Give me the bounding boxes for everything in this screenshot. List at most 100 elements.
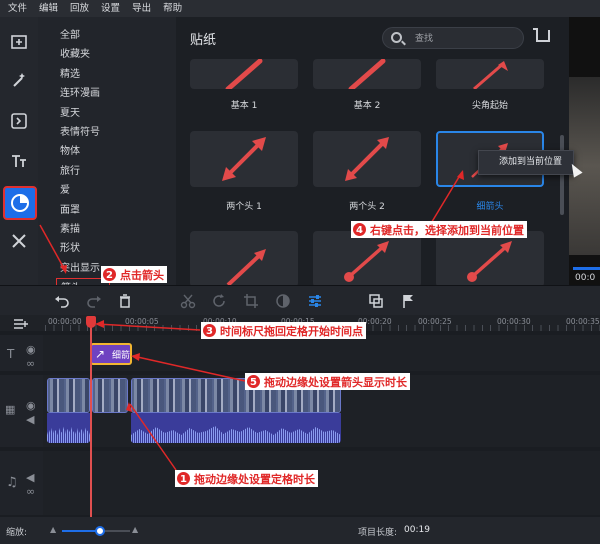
redo-icon[interactable]: [86, 293, 102, 309]
music-note-icon: ♫: [6, 475, 18, 490]
category-item[interactable]: 全部: [38, 26, 176, 45]
annotation-text: 右键点击，选择添加到当前位置: [370, 223, 524, 237]
tick-label: 00:00:25: [418, 317, 452, 326]
menu-playback[interactable]: 回放: [70, 0, 89, 17]
audio-waveform[interactable]: [131, 413, 341, 443]
annotation-step-4: 4 右键点击，选择添加到当前位置: [351, 221, 527, 238]
sticker-tile[interactable]: [436, 59, 544, 89]
annotation-step-1: 1 拖动边缘处设置定格时长: [175, 470, 318, 487]
visibility-eye-icon[interactable]: ◉: [26, 343, 36, 356]
waveform: [131, 426, 341, 443]
audio-waveform[interactable]: [47, 413, 90, 443]
add-track-icon[interactable]: [13, 318, 28, 330]
cut-icon[interactable]: [180, 293, 196, 309]
search-icon: [391, 32, 402, 43]
sticker-scrollbar[interactable]: [560, 135, 564, 215]
annotation-text: 点击箭头: [120, 268, 164, 282]
sticker-tile[interactable]: [313, 131, 421, 187]
category-item[interactable]: 旅行: [38, 162, 176, 181]
preview-time: 00:0: [575, 273, 596, 283]
sticker-tile[interactable]: [313, 231, 421, 285]
zoom-out-icon[interactable]: ▲: [50, 525, 56, 534]
menu-settings[interactable]: 设置: [101, 0, 120, 17]
category-item[interactable]: 爱: [38, 181, 176, 200]
category-item[interactable]: 夏天: [38, 104, 176, 123]
import-icon[interactable]: [5, 28, 33, 56]
panel-title: 贴纸: [190, 33, 217, 48]
project-length-label: 项目长度:: [358, 528, 398, 538]
titles-icon[interactable]: [5, 147, 33, 175]
category-item[interactable]: 面罩: [38, 201, 176, 220]
video-track-header: ▦ ◉ ◀: [0, 375, 43, 447]
step-badge: 3: [202, 323, 217, 338]
marker-flag-icon[interactable]: [400, 293, 416, 309]
stickers-icon[interactable]: [3, 186, 37, 220]
annotation-text: 拖动边缘处设置箭头显示时长: [264, 375, 407, 389]
menu-help[interactable]: 帮助: [163, 0, 182, 17]
step-badge: 2: [102, 267, 117, 282]
category-item[interactable]: 形状: [38, 239, 176, 258]
title-track-header: T ◉ ∞: [0, 335, 43, 371]
context-menu-add-to-current-position[interactable]: 添加到当前位置: [478, 150, 574, 175]
step-badge: 5: [246, 374, 261, 389]
category-item[interactable]: 表情符号: [38, 123, 176, 142]
video-track-icon: ▦: [5, 403, 16, 416]
sticker-tile[interactable]: [190, 231, 298, 285]
sticker-label: 尖角起始: [471, 101, 508, 111]
playhead-line[interactable]: [90, 316, 92, 517]
timeline-toolbar: [0, 285, 600, 315]
tick-label: 00:00:00: [48, 317, 82, 326]
menu-export[interactable]: 导出: [132, 0, 151, 17]
link-icon[interactable]: ∞: [26, 485, 35, 498]
search-box[interactable]: [382, 27, 524, 49]
delete-icon[interactable]: [117, 293, 133, 309]
video-clip-freeze-frame[interactable]: [92, 378, 128, 413]
category-item[interactable]: 物体: [38, 142, 176, 161]
tick-label: 00:00:35: [566, 317, 600, 326]
link-icon[interactable]: ∞: [26, 357, 35, 370]
search-input[interactable]: [415, 31, 515, 46]
menu-bar: 文件 编辑 回放 设置 导出 帮助: [0, 0, 600, 17]
arrow-sticker-clip[interactable]: ↗ 细箭: [90, 343, 132, 365]
zoom-slider-handle[interactable]: [95, 526, 105, 536]
undo-icon[interactable]: [54, 293, 70, 309]
category-item[interactable]: 连环漫画: [38, 84, 176, 103]
sticker-label: 基本 1: [230, 101, 258, 111]
category-item[interactable]: 精选: [38, 65, 176, 84]
step-badge: 4: [352, 222, 367, 237]
clip-properties-icon[interactable]: [307, 293, 323, 309]
rotate-icon[interactable]: [211, 293, 227, 309]
overlay-icon[interactable]: [368, 293, 384, 309]
visibility-eye-icon[interactable]: ◉: [26, 399, 36, 412]
preview-progress[interactable]: [573, 267, 600, 270]
sticker-label: 基本 2: [353, 101, 381, 111]
crop-icon[interactable]: [243, 293, 259, 309]
color-adjust-icon[interactable]: [275, 293, 291, 309]
clip-name: 细箭: [112, 351, 131, 361]
tools-icon[interactable]: [5, 227, 33, 255]
transition-icon[interactable]: [5, 107, 33, 135]
magic-wand-icon[interactable]: [5, 66, 33, 94]
category-item[interactable]: 素描: [38, 220, 176, 239]
annotation-text: 拖动边缘处设置定格时长: [194, 472, 315, 486]
video-clip[interactable]: [47, 378, 90, 413]
audio-track[interactable]: [43, 451, 600, 515]
waveform: [47, 426, 90, 443]
zoom-in-icon[interactable]: ▲: [132, 525, 138, 534]
annotation-step-2: 2 点击箭头: [101, 266, 167, 283]
annotation-step-5: 5 拖动边缘处设置箭头显示时长: [245, 373, 410, 390]
sticker-label: 两个头 1: [226, 202, 262, 212]
menu-edit[interactable]: 编辑: [39, 0, 58, 17]
cart-icon[interactable]: [533, 28, 550, 42]
sticker-tile[interactable]: [313, 59, 421, 89]
sticker-tile[interactable]: [190, 131, 298, 187]
category-item[interactable]: 收藏夹: [38, 45, 176, 64]
sticker-tile[interactable]: [190, 59, 298, 89]
clip-thumbnails: [93, 379, 127, 412]
sticker-tile[interactable]: [436, 231, 544, 285]
volume-icon[interactable]: ◀: [26, 471, 34, 484]
audio-track-header: ♫ ◀ ∞: [0, 451, 43, 515]
playhead-handle[interactable]: [86, 316, 96, 328]
volume-icon[interactable]: ◀: [26, 413, 34, 426]
menu-file[interactable]: 文件: [8, 0, 27, 17]
